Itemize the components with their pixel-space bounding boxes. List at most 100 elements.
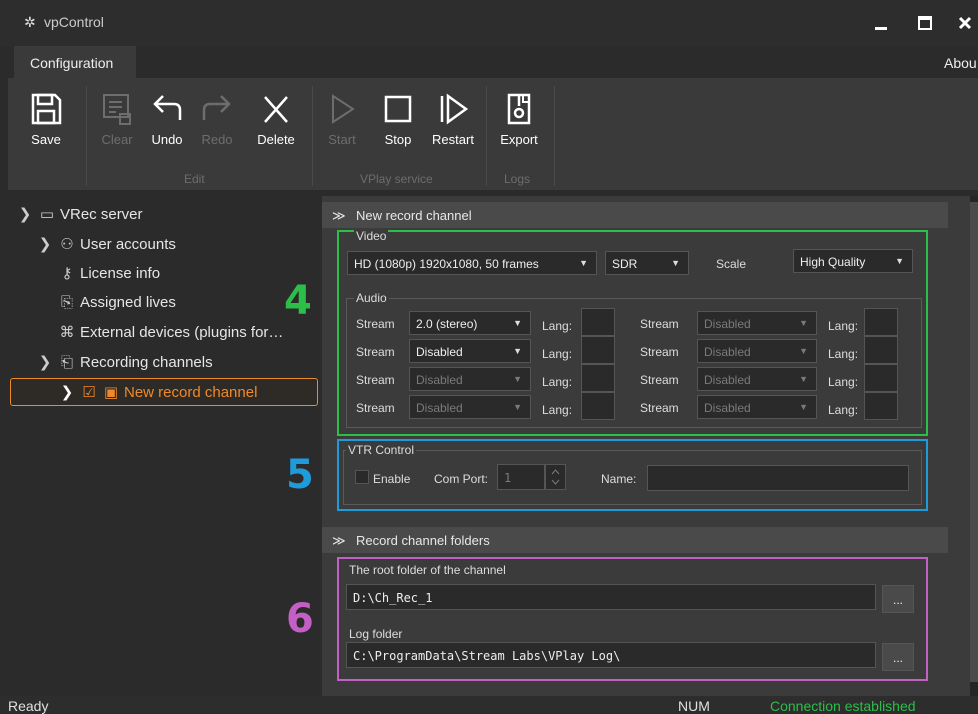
audio-stream-select-left[interactable]: 2.0 (stereo) ▼ — [409, 311, 531, 335]
tree-node-license-info[interactable]: ⚷ License info — [58, 264, 161, 282]
stream-label: Stream — [640, 373, 679, 387]
audio-stream-select-left[interactable]: Disabled ▼ — [409, 339, 531, 363]
tab-configuration[interactable]: Configuration — [14, 46, 136, 78]
tree-node-user-accounts[interactable]: ❯ ⚇ User accounts — [36, 235, 176, 253]
tree-node-vrec-server[interactable]: ❯ ▭ VRec server — [16, 205, 143, 223]
tab-about[interactable]: Abou — [944, 55, 977, 71]
lang-input-right[interactable] — [864, 364, 898, 392]
tree-node-label: VRec server — [60, 206, 143, 223]
redo-icon — [202, 95, 231, 120]
audio-stream-value: Disabled — [704, 401, 751, 415]
lang-input-left[interactable] — [581, 336, 615, 364]
stream-label: Stream — [356, 373, 395, 387]
lang-label: Lang: — [542, 403, 573, 417]
tree-node-new-record-channel[interactable]: ❯ ☑ ▣ New record channel — [58, 383, 258, 401]
com-port-spinner[interactable] — [545, 464, 566, 490]
audio-stream-value: 2.0 (stereo) — [416, 317, 478, 331]
section-header-record-channel-folders[interactable]: ≫ Record channel folders — [322, 527, 948, 553]
redo-button[interactable]: Redo — [196, 92, 238, 147]
scale-value: High Quality — [800, 255, 866, 269]
root-folder-input[interactable]: D:\Ch_Rec_1 — [346, 584, 876, 610]
minimize-button[interactable] — [874, 14, 888, 35]
channel-icon: ▣ — [103, 384, 119, 401]
audio-stream-value: Disabled — [416, 345, 463, 359]
stream-label: Stream — [356, 317, 395, 331]
vertical-scrollbar[interactable] — [970, 196, 978, 696]
status-num: NUM — [678, 698, 710, 714]
dropdown-arrow-icon: ▼ — [579, 258, 588, 268]
lang-input-left[interactable] — [581, 392, 615, 420]
enable-label: Enable — [373, 472, 411, 486]
stop-icon — [384, 95, 412, 123]
lang-input-left[interactable] — [581, 364, 615, 392]
audio-stream-select-right[interactable]: Disabled ▼ — [697, 395, 817, 419]
restart-label: Restart — [432, 132, 474, 147]
dropdown-arrow-icon: ▼ — [799, 318, 808, 328]
maximize-button[interactable] — [918, 14, 932, 35]
tree-node-recording-channels[interactable]: ❯ ⎗ Recording channels — [36, 353, 213, 371]
undo-button[interactable]: Undo — [146, 92, 188, 147]
audio-stream-select-left[interactable]: Disabled ▼ — [409, 395, 531, 419]
assign-icon: ⎘ — [60, 294, 73, 311]
audio-stream-value: Disabled — [416, 373, 463, 387]
restart-icon — [440, 93, 469, 125]
enable-checkbox[interactable] — [355, 470, 369, 484]
export-button[interactable]: Export — [494, 92, 544, 147]
ribbon-toolbar: Save Clear Undo Redo Delete Edit Start S… — [8, 78, 978, 190]
stream-label: Stream — [640, 401, 679, 415]
audio-stream-select-left[interactable]: Disabled ▼ — [409, 367, 531, 391]
save-button[interactable]: Save — [24, 92, 68, 147]
com-port-label: Com Port: — [434, 472, 489, 486]
lang-label: Lang: — [542, 347, 573, 361]
group-label-logs: Logs — [504, 172, 531, 186]
scrollbar-thumb[interactable] — [970, 202, 978, 682]
lang-input-left[interactable] — [581, 308, 615, 336]
export-label: Export — [500, 132, 538, 147]
lang-input-right[interactable] — [864, 336, 898, 364]
dynamic-range-value: SDR — [612, 257, 638, 271]
tree-node-label: Recording channels — [80, 354, 213, 371]
tree-node-external-devices[interactable]: ⌘ External devices (plugins for… — [58, 323, 284, 341]
start-button[interactable]: Start — [322, 92, 362, 147]
app-gear-icon: ✲ — [24, 14, 36, 30]
section-header-new-record-channel[interactable]: ≫ New record channel — [322, 202, 948, 228]
lang-label: Lang: — [828, 375, 859, 389]
audio-stream-select-right[interactable]: Disabled ▼ — [697, 367, 817, 391]
start-label: Start — [328, 132, 356, 147]
video-format-select[interactable]: HD (1080p) 1920x1080, 50 frames ▼ — [347, 251, 597, 275]
close-button[interactable] — [958, 14, 972, 35]
com-port-input[interactable]: 1 — [497, 464, 545, 490]
log-folder-input[interactable]: C:\ProgramData\Stream Labs\VPlay Log\ — [346, 642, 876, 668]
root-folder-label: The root folder of the channel — [347, 563, 508, 577]
name-input[interactable] — [647, 465, 909, 491]
scale-label: Scale — [716, 257, 747, 271]
audio-stream-select-right[interactable]: Disabled ▼ — [697, 339, 817, 363]
tree-node-label: License info — [80, 265, 161, 282]
users-icon: ⚇ — [60, 236, 74, 253]
restart-button[interactable]: Restart — [428, 92, 478, 147]
dynamic-range-select[interactable]: SDR ▼ — [605, 251, 689, 275]
scale-select[interactable]: High Quality ▼ — [793, 249, 913, 273]
clear-button[interactable]: Clear — [94, 92, 140, 147]
tree-node-label: External devices (plugins for… — [80, 324, 284, 341]
lang-input-right[interactable] — [864, 392, 898, 420]
tree-node-assigned-lives[interactable]: ⎘ Assigned lives — [58, 294, 176, 311]
chevron-right-icon: ❯ — [38, 236, 52, 253]
ribbon-separator — [486, 86, 487, 186]
log-folder-browse-button[interactable]: ... — [882, 643, 914, 671]
audio-stream-value: Disabled — [704, 345, 751, 359]
root-folder-browse-button[interactable]: ... — [882, 585, 914, 613]
delete-button[interactable]: Delete — [250, 92, 302, 147]
audio-stream-select-right[interactable]: Disabled ▼ — [697, 311, 817, 335]
log-folder-label: Log folder — [347, 627, 405, 641]
undo-label: Undo — [151, 132, 183, 147]
dropdown-arrow-icon: ▼ — [799, 374, 808, 384]
stop-button[interactable]: Stop — [378, 92, 418, 147]
delete-label: Delete — [257, 132, 295, 147]
dropdown-arrow-icon: ▼ — [513, 346, 522, 356]
status-connection: Connection established — [770, 698, 916, 714]
export-icon — [507, 93, 531, 125]
marker-6: 6 — [286, 596, 314, 642]
lang-input-right[interactable] — [864, 308, 898, 336]
stream-label: Stream — [640, 345, 679, 359]
